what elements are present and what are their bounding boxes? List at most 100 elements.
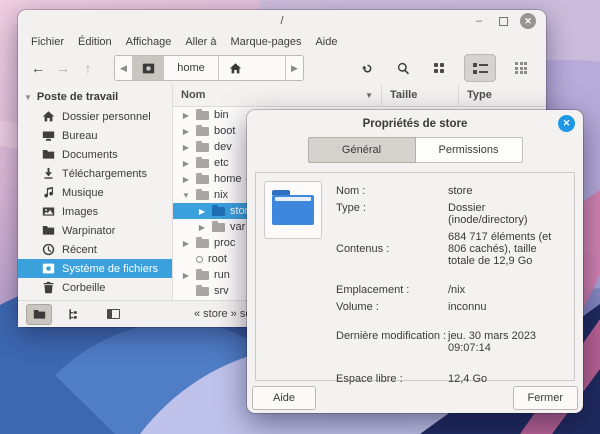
list-view-button[interactable]: [464, 54, 496, 82]
expander-icon[interactable]: ▶: [181, 143, 191, 152]
home-icon: [42, 110, 55, 123]
icon-view-icon: [434, 63, 444, 73]
menu-aide[interactable]: Aide: [308, 34, 344, 50]
field-type: Type : Dossier (inode/directory): [336, 202, 564, 226]
fermer-button[interactable]: Fermer: [513, 386, 578, 410]
expander-icon[interactable]: ▶: [197, 223, 207, 232]
path-home-crumb[interactable]: home: [164, 56, 219, 80]
folder-icon: [33, 308, 46, 321]
list-view-icon: [473, 63, 488, 74]
path-home-icon-crumb[interactable]: [219, 56, 286, 80]
dialog-title: Propriétés de store: [363, 118, 468, 130]
properties-dialog: Propriétés de store ✕ Général Permission…: [247, 110, 583, 413]
restricted-folder-icon: [196, 256, 203, 263]
folder-icon: [272, 195, 314, 225]
expander-icon[interactable]: ▶: [181, 159, 191, 168]
close-button[interactable]: ✕: [520, 13, 536, 29]
dialog-content-frame: Nom : store Type : Dossier (inode/direct…: [255, 172, 575, 381]
filesystem-icon: [142, 62, 155, 75]
home-icon: [229, 62, 242, 75]
path-bar: ◀ home ▶: [114, 55, 304, 81]
search-icon: [397, 62, 410, 75]
tab-permissions[interactable]: Permissions: [416, 137, 523, 163]
folder-icon: [42, 148, 55, 161]
sidebar-item-bureau[interactable]: Bureau: [18, 126, 172, 145]
hide-sidebar-toggle[interactable]: [100, 304, 126, 325]
sidebar-item-warpinator[interactable]: Warpinator: [18, 221, 172, 240]
folder-icon: [196, 175, 209, 184]
sidebar-item-telechargements[interactable]: Téléchargements: [18, 164, 172, 183]
sidebar-item-corbeille[interactable]: Corbeille: [18, 278, 172, 297]
field-emplacement: Emplacement : /nix: [336, 284, 564, 296]
column-header-taille[interactable]: Taille: [382, 84, 459, 106]
music-icon: [42, 186, 55, 199]
treeview-sidebar-toggle[interactable]: [60, 304, 86, 325]
column-header-type[interactable]: Type: [459, 84, 546, 106]
expander-icon[interactable]: ▶: [181, 111, 191, 120]
collapse-icon: ▼: [24, 93, 32, 102]
sidebar-item-systeme-de-fichiers[interactable]: Système de fichiers: [18, 259, 172, 278]
expander-icon[interactable]: ▶: [197, 207, 207, 216]
help-button[interactable]: Aide: [252, 386, 316, 410]
sidebar: ▼ Poste de travail Dossier personnel Bur…: [18, 84, 173, 300]
maximize-button[interactable]: [496, 14, 510, 28]
menubar: Fichier Édition Affichage Aller à Marque…: [18, 32, 546, 52]
tab-general[interactable]: Général: [308, 137, 416, 163]
back-button[interactable]: ←: [30, 60, 46, 76]
dialog-close-button[interactable]: ✕: [558, 115, 575, 132]
window-title: /: [280, 15, 283, 27]
icon-view-button[interactable]: [428, 57, 450, 79]
menu-fichier[interactable]: Fichier: [24, 34, 71, 50]
path-scroll-left-icon[interactable]: ◀: [115, 56, 133, 80]
path-scroll-right-icon[interactable]: ▶: [286, 56, 303, 80]
folder-icon: [196, 111, 209, 120]
sidebar-item-musique[interactable]: Musique: [18, 183, 172, 202]
folder-icon: [212, 223, 225, 232]
compact-view-button[interactable]: [510, 57, 532, 79]
folder-icon: [196, 239, 209, 248]
menu-marque-pages[interactable]: Marque-pages: [224, 34, 309, 50]
desktop-icon: [42, 129, 55, 142]
field-volume: Volume : inconnu: [336, 301, 564, 313]
expander-icon[interactable]: ▶: [181, 271, 191, 280]
minimize-button[interactable]: –: [472, 14, 486, 28]
folder-icon: [196, 287, 209, 296]
field-contenus: Contenus : 684 717 éléments (et 806 cach…: [336, 231, 564, 267]
sidebar-item-recent[interactable]: Récent: [18, 240, 172, 259]
titlebar[interactable]: / – ✕: [18, 10, 546, 32]
places-sidebar-toggle[interactable]: [26, 304, 52, 325]
menu-edition[interactable]: Édition: [71, 34, 119, 50]
compact-view-icon: [515, 62, 527, 74]
trash-icon: [42, 281, 55, 294]
sort-arrow-icon: ▼: [365, 91, 373, 100]
search-button[interactable]: [392, 57, 414, 79]
treeview-icon: [67, 308, 80, 321]
folder-icon: [42, 224, 55, 237]
column-headers: Nom ▼ Taille Type: [173, 84, 546, 107]
path-root-button[interactable]: [133, 56, 164, 80]
expander-icon[interactable]: ▼: [181, 191, 191, 200]
reload-button[interactable]: [356, 57, 378, 79]
folder-icon: [196, 159, 209, 168]
sidebar-item-images[interactable]: Images: [18, 202, 172, 221]
desktop: / – ✕ Fichier Édition Affichage Aller à …: [0, 0, 600, 434]
download-icon: [42, 167, 55, 180]
expander-icon[interactable]: ▶: [181, 127, 191, 136]
menu-aller-a[interactable]: Aller à: [178, 34, 223, 50]
expander-icon[interactable]: ▶: [181, 175, 191, 184]
field-espace-libre: Espace libre : 12,4 Go: [336, 373, 564, 385]
forward-button[interactable]: →: [55, 60, 71, 76]
menu-affichage[interactable]: Affichage: [119, 34, 179, 50]
column-header-nom[interactable]: Nom ▼: [173, 84, 382, 106]
dialog-titlebar[interactable]: Propriétés de store ✕: [247, 110, 583, 137]
sidebar-item-documents[interactable]: Documents: [18, 145, 172, 164]
filesystem-icon: [42, 262, 55, 275]
dialog-tabs: Général Permissions: [247, 137, 583, 167]
expander-icon[interactable]: ▶: [181, 239, 191, 248]
sidebar-section-header[interactable]: ▼ Poste de travail: [18, 87, 172, 107]
sidebar-item-dossier-personnel[interactable]: Dossier personnel: [18, 107, 172, 126]
up-button[interactable]: ↑: [80, 60, 96, 76]
reload-icon: [361, 62, 374, 75]
file-icon-button[interactable]: [264, 181, 322, 239]
field-derniere-modification: Dernière modification : jeu. 30 mars 202…: [336, 330, 564, 354]
